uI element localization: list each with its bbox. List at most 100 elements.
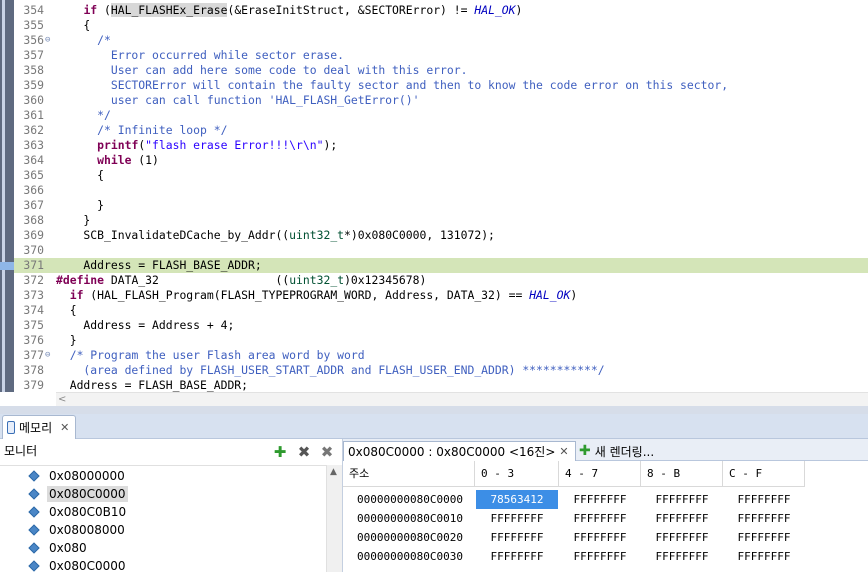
code-line[interactable]: 362 /* Infinite loop */ bbox=[14, 123, 868, 138]
memory-cell[interactable]: FFFFFFFF bbox=[642, 509, 722, 528]
column-header-address[interactable]: 주소 bbox=[343, 461, 475, 487]
fold-toggle-icon[interactable]: ⊖ bbox=[45, 33, 50, 48]
editor-horizontal-scrollbar[interactable]: < bbox=[56, 392, 868, 406]
code-token: ) bbox=[515, 3, 523, 17]
code-line[interactable]: 373 if (HAL_FLASH_Program(FLASH_TYPEPROG… bbox=[14, 288, 868, 303]
memory-cell[interactable]: FFFFFFFF bbox=[476, 509, 558, 528]
code-token: (&EraseInitStruct, &SECTORError) != bbox=[227, 3, 475, 17]
memory-cell[interactable]: FFFFFFFF bbox=[642, 528, 722, 547]
memory-cell[interactable]: FFFFFFFF bbox=[642, 547, 722, 566]
code-line[interactable]: 364 while (1) bbox=[14, 153, 868, 168]
memory-cell[interactable]: FFFFFFFF bbox=[724, 490, 804, 509]
scroll-up-icon[interactable]: ▲ bbox=[330, 467, 337, 477]
code-text: Address = FLASH_BASE_ADDR; bbox=[56, 378, 248, 392]
memory-cell[interactable]: FFFFFFFF bbox=[560, 509, 640, 528]
memory-cell[interactable]: FFFFFFFF bbox=[724, 509, 804, 528]
code-line[interactable]: 378 (area defined by FLASH_USER_START_AD… bbox=[14, 363, 868, 378]
monitor-item[interactable]: 0x080C0B10 bbox=[24, 503, 326, 521]
memory-table[interactable]: 주소 0 - 3 4 - 7 8 - B C - F 00000000080C0… bbox=[343, 461, 868, 572]
table-row[interactable]: 00000000080C0000 78563412 FFFFFFFF FFFFFFFF… bbox=[343, 490, 805, 509]
monitor-item[interactable]: 0x080C0000 bbox=[24, 485, 326, 503]
code-token: SCB_InvalidateDCache_by_Addr(( bbox=[56, 228, 290, 242]
pane-divider[interactable] bbox=[0, 406, 868, 414]
code-line[interactable]: 356 ⊖ /* bbox=[14, 33, 868, 48]
memory-monitor-icon bbox=[28, 542, 40, 554]
tab-new-rendering[interactable]: ✚ 새 렌더링... bbox=[573, 441, 660, 461]
code-line[interactable]: 368 } bbox=[14, 213, 868, 228]
code-line[interactable]: 359 SECTORError will contain the faulty … bbox=[14, 78, 868, 93]
code-line[interactable]: 379 Address = FLASH_BASE_ADDR; bbox=[14, 378, 868, 392]
remove-all-monitors-icon[interactable]: ✖ bbox=[319, 444, 335, 460]
memory-cell[interactable]: FFFFFFFF bbox=[476, 528, 558, 547]
code-text: Address = Address + 4; bbox=[56, 318, 234, 333]
code-line[interactable]: 374 { bbox=[14, 303, 868, 318]
memory-cell[interactable]: FFFFFFFF bbox=[724, 547, 804, 566]
remove-monitor-icon[interactable]: ✖ bbox=[296, 444, 312, 460]
code-line[interactable]: 360 user can call function 'HAL_FLASH_Ge… bbox=[14, 93, 868, 108]
current-line-marker bbox=[0, 262, 14, 270]
memory-cell[interactable]: FFFFFFFF bbox=[560, 547, 640, 566]
memory-monitor-icon bbox=[28, 560, 40, 572]
code-token: /* Infinite loop */ bbox=[97, 123, 228, 137]
monitor-item[interactable]: 0x080 bbox=[24, 539, 326, 557]
scroll-left-icon[interactable]: < bbox=[58, 393, 66, 406]
code-token: if bbox=[83, 3, 98, 17]
line-number: 368 bbox=[23, 213, 44, 227]
column-header-8-b[interactable]: 8 - B bbox=[641, 461, 723, 487]
code-line[interactable]: 361 */ bbox=[14, 108, 868, 123]
tab-memory[interactable]: 메모리 ✕ bbox=[2, 415, 77, 439]
code-text: printf("flash erase Error!!!\r\n"); bbox=[56, 138, 337, 153]
line-number: 357 bbox=[23, 48, 44, 62]
monitor-item[interactable]: 0x080C0000 bbox=[24, 557, 326, 572]
monitor-vertical-scrollbar[interactable]: ▲ bbox=[326, 465, 342, 572]
memory-cell[interactable]: FFFFFFFF bbox=[560, 490, 640, 509]
close-icon[interactable]: ✕ bbox=[559, 445, 568, 458]
memory-cell[interactable]: FFFFFFFF bbox=[642, 490, 722, 509]
table-row[interactable]: 00000000080C0020 FFFFFFFF FFFFFFFF FFFFFFFF… bbox=[343, 528, 805, 547]
fold-toggle-icon[interactable]: ⊖ bbox=[45, 348, 50, 363]
code-editor[interactable]: 354 if (HAL_FLASHEx_Erase(&EraseInitStru… bbox=[0, 0, 868, 392]
code-token: while bbox=[97, 153, 132, 167]
code-line[interactable]: 372 #define DATA_32 ((uint32_t)0x12345678… bbox=[14, 273, 868, 288]
add-monitor-icon[interactable]: ✚ bbox=[272, 444, 288, 460]
memory-cell[interactable]: FFFFFFFF bbox=[560, 528, 640, 547]
monitor-item[interactable]: 0x08008000 bbox=[24, 521, 326, 539]
code-line[interactable]: 357 Error occurred while sector erase. bbox=[14, 48, 868, 63]
tab-memory-label: 메모리 bbox=[19, 421, 53, 435]
tab-rendering-hex[interactable]: 0x080C0000 : 0x80C0000 <16진> ✕ bbox=[343, 441, 576, 461]
code-token: /* Program the user Flash area word by w… bbox=[69, 348, 365, 362]
monitor-address: 0x080C0000 bbox=[47, 486, 128, 502]
line-number: 379 bbox=[23, 378, 44, 392]
table-row[interactable]: 00000000080C0030 FFFFFFFF FFFFFFFF FFFFFFFF… bbox=[343, 547, 805, 566]
code-line[interactable]: 358 User can add here some code to deal … bbox=[14, 63, 868, 78]
table-row[interactable]: 00000000080C0010 FFFFFFFF FFFFFFFF FFFFFFFF… bbox=[343, 509, 805, 528]
code-line[interactable]: 369 SCB_InvalidateDCache_by_Addr((uint32… bbox=[14, 228, 868, 243]
code-line[interactable]: 354 if (HAL_FLASHEx_Erase(&EraseInitStru… bbox=[14, 3, 868, 18]
code-line[interactable]: 363 printf("flash erase Error!!!\r\n"); bbox=[14, 138, 868, 153]
code-line[interactable]: 365 { bbox=[14, 168, 868, 183]
column-header-c-f[interactable]: C - F bbox=[723, 461, 805, 487]
code-line[interactable]: 376 } bbox=[14, 333, 868, 348]
code-token: */ bbox=[56, 108, 111, 122]
memory-cell[interactable]: FFFFFFFF bbox=[724, 528, 804, 547]
line-number: 358 bbox=[23, 63, 44, 77]
memory-cell[interactable]: FFFFFFFF bbox=[476, 547, 558, 566]
code-line[interactable]: 366 bbox=[14, 183, 868, 198]
code-token: DATA_32 (( bbox=[104, 273, 290, 287]
monitor-item[interactable]: 0x08000000 bbox=[24, 467, 326, 485]
column-header-0-3[interactable]: 0 - 3 bbox=[475, 461, 559, 487]
code-text: */ bbox=[56, 108, 111, 123]
monitor-list[interactable]: 0x08000000 0x080C0000 0x080C0B10 0x08008000… bbox=[0, 465, 326, 572]
code-line[interactable]: 375 Address = Address + 4; bbox=[14, 318, 868, 333]
code-line[interactable]: 377 ⊖ /* Program the user Flash area word… bbox=[14, 348, 868, 363]
code-line[interactable]: 355 { bbox=[14, 18, 868, 33]
code-line[interactable]: 371 Address = FLASH_BASE_ADDR; bbox=[14, 258, 868, 273]
memory-icon bbox=[7, 421, 15, 434]
line-number: 372 bbox=[23, 273, 44, 287]
close-icon[interactable]: ✕ bbox=[60, 421, 69, 434]
code-line[interactable]: 370 bbox=[14, 243, 868, 258]
column-header-4-7[interactable]: 4 - 7 bbox=[559, 461, 641, 487]
code-line[interactable]: 367 } bbox=[14, 198, 868, 213]
memory-cell[interactable]: 78563412 bbox=[476, 490, 558, 509]
